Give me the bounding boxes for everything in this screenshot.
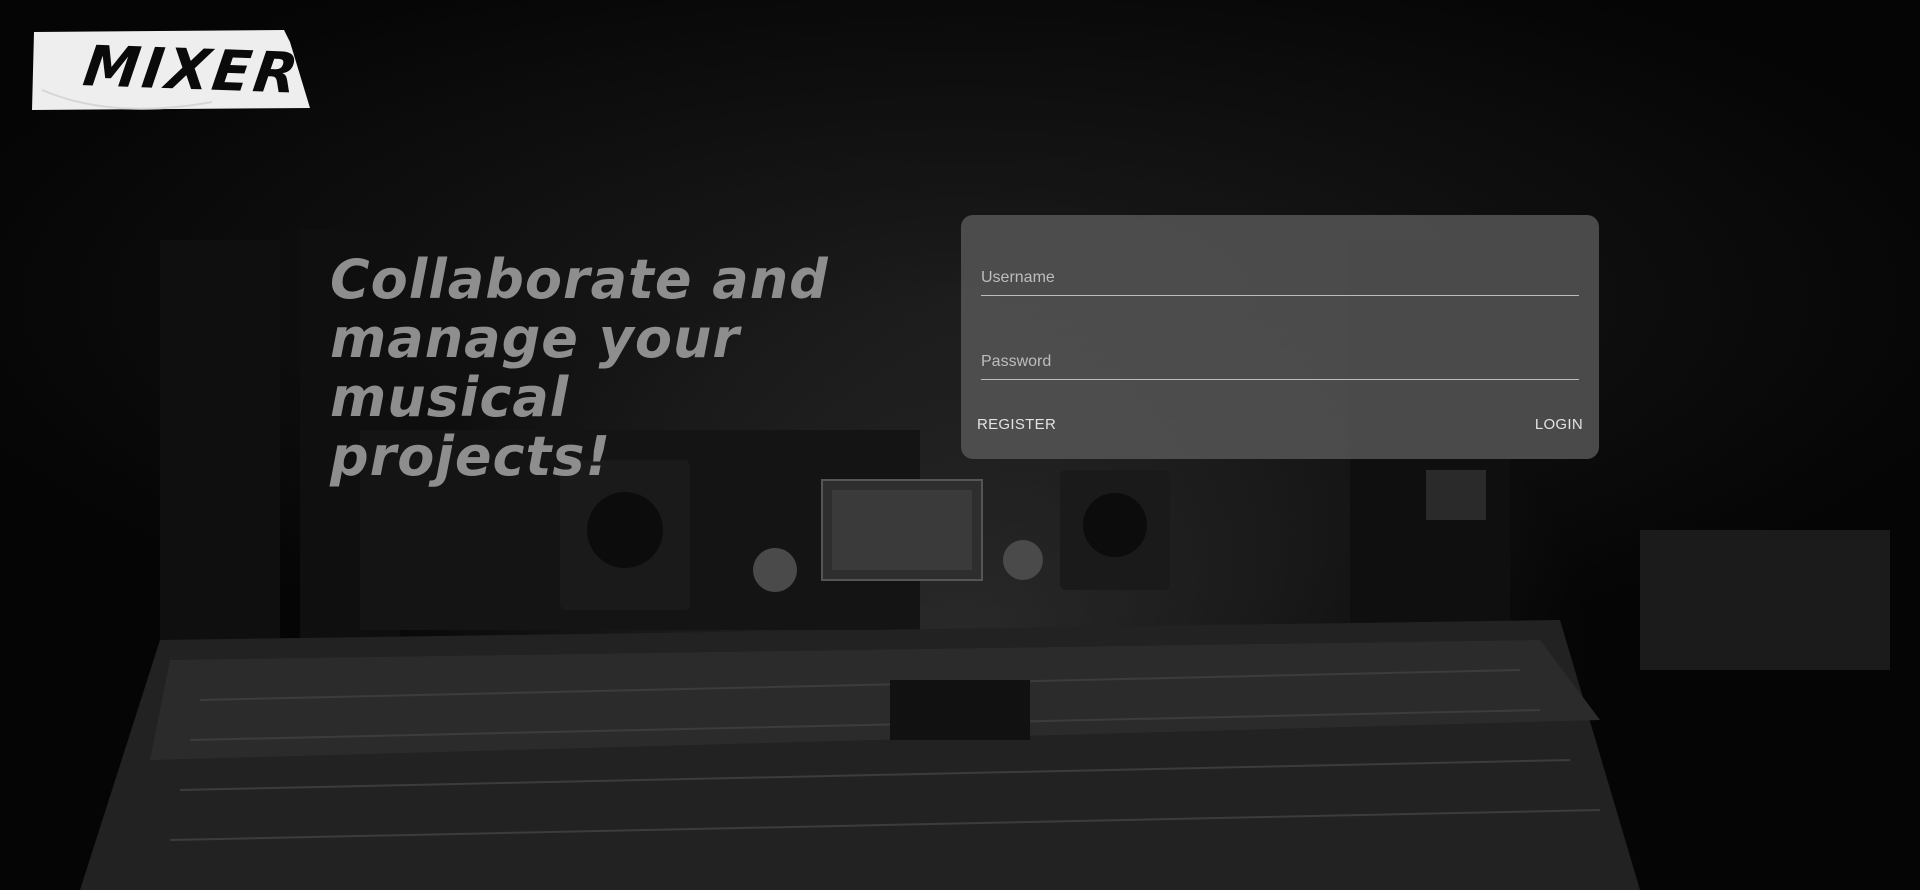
login-page: MIXER Collaborate and manage your musica… <box>0 0 1920 890</box>
password-field-container <box>981 339 1579 380</box>
register-button[interactable]: REGISTER <box>961 406 1072 442</box>
tagline-line-1: Collaborate and <box>330 248 829 311</box>
logo-text: MIXER <box>79 34 305 107</box>
username-field-container <box>981 255 1579 296</box>
username-input[interactable] <box>981 255 1579 295</box>
studio-background-image <box>0 0 1920 890</box>
login-card: REGISTER LOGIN <box>961 215 1599 459</box>
password-input[interactable] <box>981 339 1579 379</box>
tagline-line-2: manage your musical <box>330 307 741 429</box>
tagline-line-3: projects! <box>330 425 612 488</box>
login-button[interactable]: LOGIN <box>1519 406 1599 442</box>
hero-tagline: Collaborate and manage your musical proj… <box>330 250 920 486</box>
mixer-logo[interactable]: MIXER <box>32 30 310 110</box>
